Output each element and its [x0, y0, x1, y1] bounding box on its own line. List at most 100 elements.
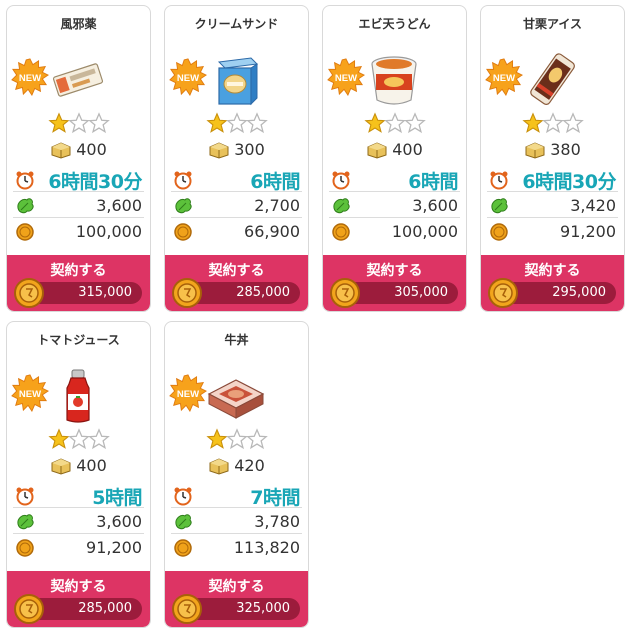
- coin-value: 113,820: [233, 538, 300, 557]
- contract-button[interactable]: 契約する 315,000: [7, 255, 150, 311]
- leaf-value: 3,600: [96, 512, 142, 531]
- coin-icon: [171, 277, 203, 309]
- leaf-icon: [173, 512, 193, 532]
- coin-icon: [173, 222, 193, 242]
- coin-icon: [13, 593, 45, 625]
- coin-icon: [489, 222, 509, 242]
- leaf-row: 2,700: [171, 193, 302, 218]
- svg-text:NEW: NEW: [19, 389, 41, 400]
- svg-text:NEW: NEW: [177, 73, 199, 84]
- new-badge-icon: NEW: [11, 374, 49, 412]
- star-filled-icon: [47, 428, 70, 449]
- material-box-icon: [366, 141, 388, 159]
- coin-value: 91,200: [86, 538, 142, 557]
- star-filled-icon: [205, 112, 228, 133]
- alarm-clock-icon: [15, 486, 35, 506]
- alarm-clock-icon: [173, 170, 193, 190]
- time-row: 6時間: [171, 167, 302, 193]
- rarity-stars: [165, 112, 308, 136]
- svg-text:NEW: NEW: [493, 73, 515, 84]
- time-value: 7時間: [250, 487, 300, 509]
- cost-row: 400: [7, 139, 150, 163]
- contract-button[interactable]: 契約する 295,000: [481, 255, 624, 311]
- new-badge-icon: NEW: [169, 58, 207, 96]
- product-card[interactable]: 牛丼 NEW 420 7時間 3,780 113,820 契約する 325,00…: [164, 321, 309, 628]
- time-row: 6時間30分: [487, 167, 618, 193]
- time-value: 6時間30分: [522, 171, 616, 193]
- alarm-clock-icon: [173, 486, 193, 506]
- rarity-stars: [165, 428, 308, 452]
- coin-icon: [15, 538, 35, 558]
- leaf-value: 2,700: [254, 196, 300, 215]
- coin-value: 91,200: [560, 222, 616, 241]
- cold-medicine-box-icon: [47, 52, 109, 108]
- time-row: 5時間: [13, 483, 144, 509]
- cost-row: 400: [323, 139, 466, 163]
- leaf-row: 3,600: [329, 193, 460, 218]
- product-card[interactable]: クリームサンド NEW 300 6時間 2,700 66,900 契約する 28…: [164, 5, 309, 312]
- price-value: 325,000: [236, 601, 290, 616]
- material-box-icon: [208, 457, 230, 475]
- price-value: 285,000: [236, 285, 290, 300]
- product-card[interactable]: 甘栗アイス NEW 380 6時間30分 3,420 91,200 契約する 2…: [480, 5, 625, 312]
- time-value: 6時間: [250, 171, 300, 193]
- coin-icon: [331, 222, 351, 242]
- star-filled-icon: [521, 112, 544, 133]
- material-box-icon: [50, 141, 72, 159]
- cost-value: 400: [76, 456, 107, 475]
- coin-row: 100,000: [13, 219, 144, 244]
- alarm-clock-icon: [15, 170, 35, 190]
- leaf-row: 3,600: [13, 193, 144, 218]
- coin-value: 100,000: [75, 222, 142, 241]
- coin-value: 100,000: [391, 222, 458, 241]
- price-value: 295,000: [552, 285, 606, 300]
- cost-value: 380: [550, 140, 581, 159]
- new-badge-icon: NEW: [169, 374, 207, 412]
- leaf-value: 3,780: [254, 512, 300, 531]
- time-value: 6時間30分: [48, 171, 142, 193]
- coin-row: 66,900: [171, 219, 302, 244]
- product-name: トマトジュース: [37, 333, 120, 347]
- leaf-value: 3,600: [412, 196, 458, 215]
- star-empty-icon: [383, 112, 406, 134]
- tempura-udon-cup-icon: [363, 52, 425, 108]
- star-empty-icon: [67, 428, 90, 450]
- product-name: エビ天うどん: [358, 17, 431, 31]
- product-card[interactable]: トマトジュース NEW 400 5時間 3,600 91,200 契約する 28…: [6, 321, 151, 628]
- leaf-row: 3,600: [13, 509, 144, 534]
- coin-row: 100,000: [329, 219, 460, 244]
- coin-icon: [487, 277, 519, 309]
- contract-button[interactable]: 契約する 305,000: [323, 255, 466, 311]
- product-name: 甘栗アイス: [522, 17, 583, 31]
- product-card[interactable]: 風邪薬 NEW 400 6時間30分 3,600 100,000 契約する 31…: [6, 5, 151, 312]
- star-filled-icon: [205, 428, 228, 449]
- star-empty-icon: [561, 112, 584, 134]
- coin-icon: [15, 222, 35, 242]
- contract-button[interactable]: 契約する 285,000: [165, 255, 308, 311]
- svg-text:NEW: NEW: [19, 73, 41, 84]
- time-row: 6時間30分: [13, 167, 144, 193]
- cost-value: 300: [234, 140, 265, 159]
- cost-row: 380: [481, 139, 624, 163]
- beef-bowl-box-icon: [205, 368, 267, 424]
- rarity-stars: [481, 112, 624, 136]
- cost-value: 400: [392, 140, 423, 159]
- star-empty-icon: [245, 112, 268, 134]
- leaf-row: 3,420: [487, 193, 618, 218]
- material-box-icon: [50, 457, 72, 475]
- product-card[interactable]: エビ天うどん NEW 400 6時間 3,600 100,000 契約する 30…: [322, 5, 467, 312]
- rarity-stars: [323, 112, 466, 136]
- new-badge-icon: NEW: [327, 58, 365, 96]
- alarm-clock-icon: [331, 170, 351, 190]
- cost-value: 400: [76, 140, 107, 159]
- leaf-icon: [331, 196, 351, 216]
- cost-row: 400: [7, 455, 150, 479]
- rarity-stars: [7, 112, 150, 136]
- cost-row: 420: [165, 455, 308, 479]
- price-value: 285,000: [78, 601, 132, 616]
- contract-button[interactable]: 契約する 285,000: [7, 571, 150, 627]
- contract-button[interactable]: 契約する 325,000: [165, 571, 308, 627]
- coin-icon: [13, 277, 45, 309]
- coin-value: 66,900: [244, 222, 300, 241]
- cost-value: 420: [234, 456, 265, 475]
